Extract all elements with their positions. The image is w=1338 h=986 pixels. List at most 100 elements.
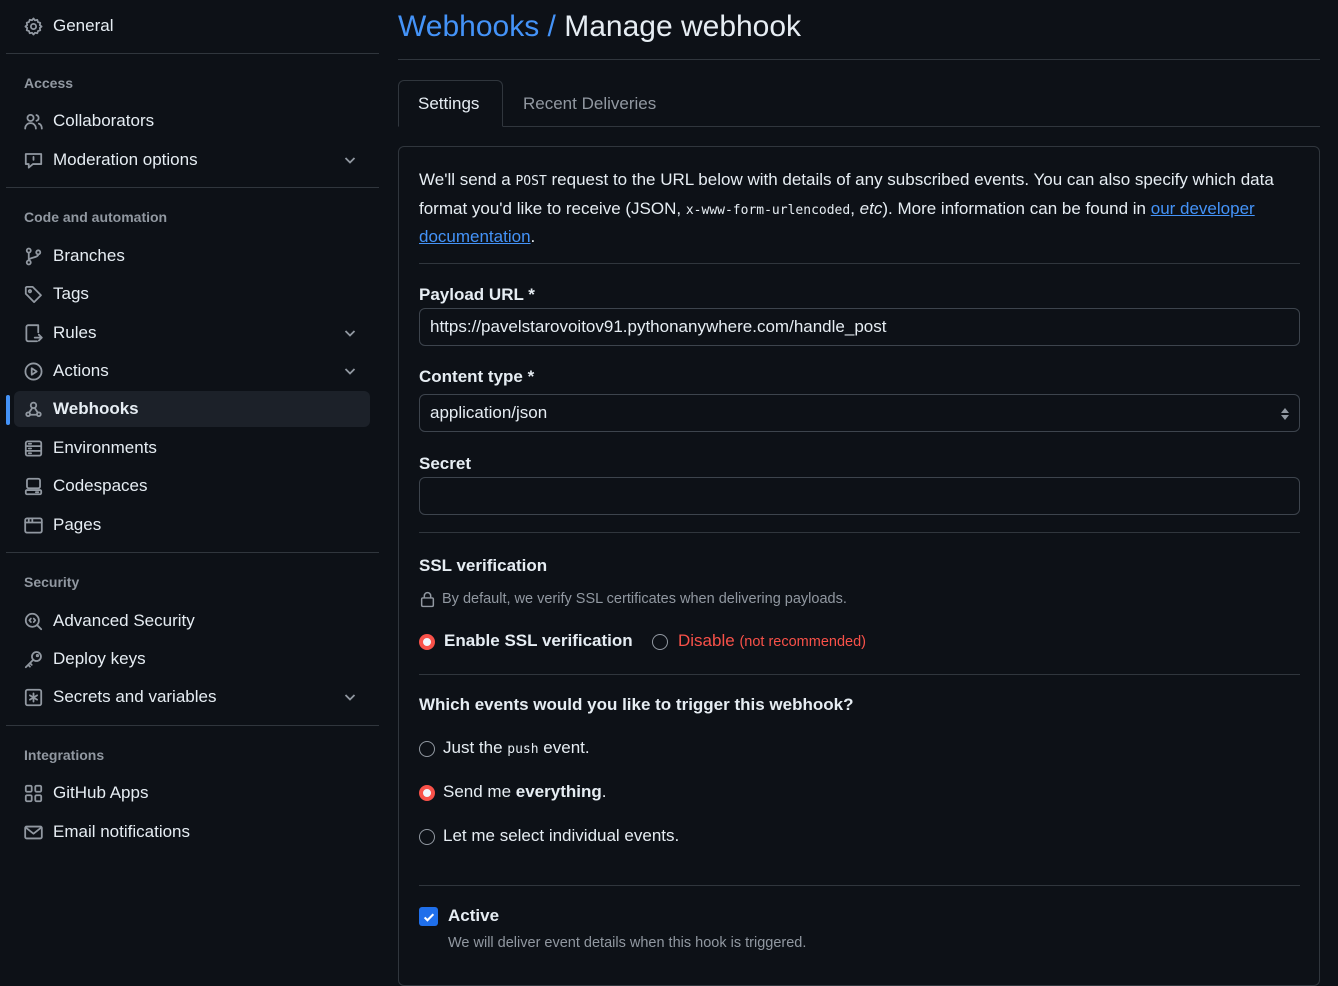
sidebar-divider bbox=[6, 187, 379, 188]
sidebar-item-tags[interactable]: Tags bbox=[14, 276, 370, 312]
active-label[interactable]: Active bbox=[448, 906, 499, 926]
push-code: push bbox=[507, 742, 539, 757]
event-push-label[interactable]: Just the push event. bbox=[443, 738, 590, 758]
payload-url-label: Payload URL * bbox=[419, 285, 535, 304]
content-type-label: Content type * bbox=[419, 367, 535, 386]
sidebar-item-github-apps[interactable]: GitHub Apps bbox=[14, 775, 370, 811]
group-title-security: Security bbox=[24, 574, 80, 590]
ssl-note: By default, we verify SSL certificates w… bbox=[442, 591, 847, 607]
sidebar-item-label: General bbox=[53, 16, 114, 35]
ssl-disable-radio[interactable] bbox=[652, 634, 668, 650]
content-type-value: application/json bbox=[430, 403, 548, 422]
secret-input[interactable] bbox=[419, 477, 1300, 515]
tab-recent-deliveries[interactable]: Recent Deliveries bbox=[504, 80, 675, 127]
webhook-form-panel: We'll send a POST request to the URL bel… bbox=[398, 146, 1320, 986]
codescan-icon bbox=[24, 612, 43, 631]
browser-icon bbox=[24, 516, 43, 535]
tab-settings[interactable]: Settings bbox=[398, 80, 503, 127]
sidebar-item-advanced-security[interactable]: Advanced Security bbox=[14, 603, 370, 639]
sidebar-item-label: Tags bbox=[53, 284, 89, 303]
event-select-radio[interactable] bbox=[419, 829, 435, 845]
sidebar-item-label: Rules bbox=[53, 323, 97, 342]
secret-label: Secret bbox=[419, 454, 471, 473]
check-icon bbox=[423, 912, 434, 922]
section-divider bbox=[419, 263, 1300, 264]
page-title-text: Manage webhook bbox=[564, 10, 802, 43]
select-arrows-icon bbox=[1281, 408, 1289, 420]
settings-sidebar: General Access Collaborators Moderation … bbox=[0, 0, 384, 970]
sidebar-item-label: Collaborators bbox=[53, 111, 155, 130]
key-asterisk-icon bbox=[24, 688, 43, 707]
sidebar-item-moderation-options[interactable]: Moderation options bbox=[14, 142, 370, 178]
sidebar-item-actions[interactable]: Actions bbox=[14, 353, 370, 389]
title-divider bbox=[398, 59, 1320, 60]
git-branch-icon bbox=[24, 247, 43, 266]
lock-icon bbox=[420, 591, 435, 608]
payload-url-input[interactable]: https://pavelstarovoitov91.pythonanywher… bbox=[419, 308, 1300, 346]
sidebar-item-pages[interactable]: Pages bbox=[14, 507, 370, 543]
ssl-enable-label[interactable]: Enable SSL verification bbox=[444, 631, 633, 651]
chevron-down-icon[interactable] bbox=[342, 363, 358, 379]
event-push-radio[interactable] bbox=[419, 741, 435, 757]
sidebar-item-branches[interactable]: Branches bbox=[14, 238, 370, 274]
sidebar-item-label: Webhooks bbox=[53, 399, 139, 418]
sidebar-item-label: Codespaces bbox=[53, 476, 148, 495]
key-icon bbox=[24, 650, 43, 669]
selected-indicator bbox=[6, 395, 10, 425]
active-note: We will deliver event details when this … bbox=[448, 935, 807, 951]
webhook-icon bbox=[24, 400, 43, 419]
sidebar-item-email-notifications[interactable]: Email notifications bbox=[14, 814, 370, 850]
breadcrumb-webhooks[interactable]: Webhooks / bbox=[398, 10, 556, 43]
mail-icon bbox=[24, 823, 43, 842]
active-checkbox[interactable] bbox=[419, 907, 438, 926]
play-icon bbox=[24, 362, 43, 381]
chevron-down-icon[interactable] bbox=[342, 325, 358, 341]
tag-icon bbox=[24, 285, 43, 304]
ssl-enable-radio[interactable] bbox=[419, 634, 435, 650]
sidebar-item-label: Actions bbox=[53, 361, 109, 380]
sidebar-item-webhooks[interactable]: Webhooks bbox=[14, 391, 370, 427]
urlencoded-code: x-www-form-urlencoded bbox=[685, 202, 851, 218]
sidebar-item-collaborators[interactable]: Collaborators bbox=[14, 103, 370, 139]
sidebar-divider bbox=[6, 552, 379, 553]
event-select-label[interactable]: Let me select individual events. bbox=[443, 826, 679, 846]
ssl-verification-label: SSL verification bbox=[419, 556, 548, 575]
gear-icon bbox=[24, 17, 43, 36]
sidebar-item-label: Email notifications bbox=[53, 822, 191, 841]
sidebar-item-label: Secrets and variables bbox=[53, 687, 217, 706]
sidebar-item-codespaces[interactable]: Codespaces bbox=[14, 468, 370, 504]
sidebar-divider bbox=[6, 53, 379, 54]
sidebar-item-secrets-variables[interactable]: Secrets and variables bbox=[14, 679, 370, 715]
sidebar-item-label: Moderation options bbox=[53, 150, 198, 169]
ssl-disable-label[interactable]: Disable (not recommended) bbox=[678, 631, 866, 651]
chevron-down-icon[interactable] bbox=[342, 689, 358, 705]
people-icon bbox=[24, 112, 43, 131]
event-everything-radio[interactable] bbox=[419, 785, 435, 801]
content-type-select[interactable]: application/json bbox=[419, 394, 1300, 432]
sidebar-item-environments[interactable]: Environments bbox=[14, 430, 370, 466]
events-label: Which events would you like to trigger t… bbox=[419, 695, 854, 714]
main-content: Webhooks / Manage webhook Settings Recen… bbox=[398, 0, 1320, 986]
group-title-code-automation: Code and automation bbox=[24, 209, 168, 225]
sidebar-item-rules[interactable]: Rules bbox=[14, 315, 370, 351]
sidebar-item-label: Pages bbox=[53, 515, 102, 534]
section-divider bbox=[419, 885, 1300, 886]
sidebar-item-label: Branches bbox=[53, 246, 125, 265]
sidebar-item-deploy-keys[interactable]: Deploy keys bbox=[14, 641, 370, 677]
sidebar-item-general[interactable]: General bbox=[14, 8, 370, 44]
post-code: POST bbox=[515, 174, 547, 189]
intro-text: We'll send a POST request to the URL bel… bbox=[419, 170, 1274, 246]
chevron-down-icon[interactable] bbox=[342, 152, 358, 168]
server-icon bbox=[24, 439, 43, 458]
page-title: Webhooks / Manage webhook bbox=[398, 10, 801, 44]
sidebar-item-label: Deploy keys bbox=[53, 649, 146, 668]
report-icon bbox=[24, 151, 43, 170]
section-divider bbox=[419, 532, 1300, 533]
sidebar-divider bbox=[6, 725, 379, 726]
ssl-disable-warning: (not recommended) bbox=[739, 634, 866, 650]
sidebar-item-label: Environments bbox=[53, 438, 157, 457]
event-everything-label[interactable]: Send me everything. bbox=[443, 782, 606, 802]
apps-icon bbox=[24, 784, 43, 803]
sidebar-item-label: GitHub Apps bbox=[53, 783, 149, 802]
codespaces-icon bbox=[24, 477, 43, 496]
